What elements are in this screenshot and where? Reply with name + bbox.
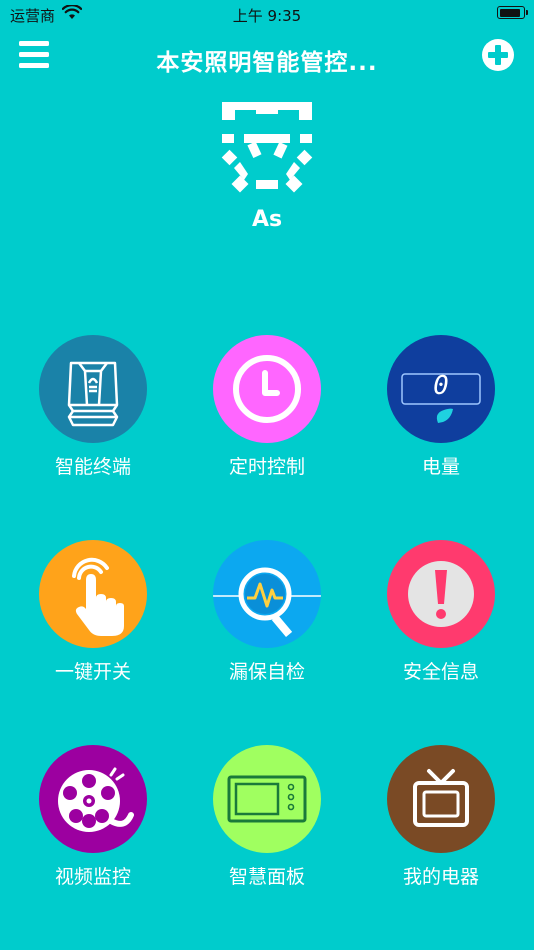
grid-item-leakage-self-test[interactable]: 漏保自检 (187, 540, 347, 684)
grid-item-one-key-switch[interactable]: 一键开关 (13, 540, 173, 684)
grid-label: 智慧面板 (228, 866, 305, 888)
tap-hand-icon (39, 540, 147, 648)
control-panel-icon (213, 745, 321, 853)
tv-icon (387, 745, 495, 853)
navigation-bar: 本安照明智能管控... (0, 28, 534, 84)
power-meter-icon: 0 (387, 335, 495, 443)
grid-label: 我的电器 (402, 866, 479, 888)
page-title: 本安照明智能管控... (156, 50, 378, 76)
grid-item-power-meter[interactable]: 0 电量 (361, 335, 521, 479)
anan-logo-icon (220, 100, 314, 200)
status-bar: 运营商 上午 9:35 (0, 0, 534, 28)
grid-item-timer-control[interactable]: 定时控制 (187, 335, 347, 479)
grid-item-smart-terminal[interactable]: 智能终端 (13, 335, 173, 479)
battery-icon (497, 6, 528, 19)
smart-terminal-icon (39, 335, 147, 443)
status-time: 上午 9:35 (232, 7, 302, 25)
grid-item-my-appliances[interactable]: 我的电器 (361, 745, 521, 889)
grid-label: 一键开关 (54, 661, 131, 683)
plus-circle-icon[interactable] (481, 38, 515, 72)
grid-label: 智能终端 (54, 456, 131, 478)
grid-label: 电量 (421, 456, 460, 478)
meter-value: 0 (433, 371, 449, 401)
magnifier-pulse-icon (213, 540, 321, 648)
grid-item-smart-panel[interactable]: 智慧面板 (187, 745, 347, 889)
grid-label: 漏保自检 (228, 661, 305, 683)
exclamation-icon (387, 540, 495, 648)
grid-item-safety-info[interactable]: 安全信息 (361, 540, 521, 684)
logo-label: As (251, 207, 283, 232)
film-reel-icon (39, 745, 147, 853)
grid-item-video-monitoring[interactable]: 视频监控 (13, 745, 173, 889)
grid-label: 安全信息 (402, 661, 479, 683)
grid-label: 视频监控 (54, 866, 131, 888)
grid-label: 定时控制 (228, 456, 305, 478)
clock-icon (213, 335, 321, 443)
